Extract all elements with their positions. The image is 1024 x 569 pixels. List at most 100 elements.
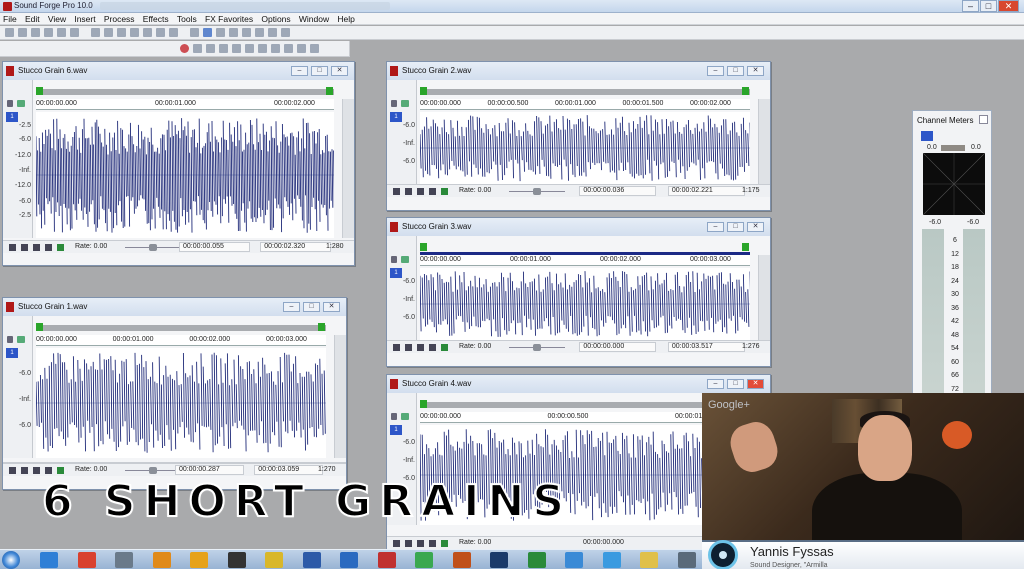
paste-icon[interactable] xyxy=(117,28,126,37)
marker-bar[interactable] xyxy=(36,89,334,95)
vertical-scrollbar[interactable] xyxy=(342,99,354,238)
menu-options[interactable]: Options xyxy=(258,13,293,25)
menu-tools[interactable]: Tools xyxy=(174,13,200,25)
stop-icon[interactable] xyxy=(417,344,424,351)
folder-icon[interactable] xyxy=(640,552,658,568)
go-start-icon[interactable] xyxy=(393,540,400,547)
properties-icon[interactable] xyxy=(70,28,79,37)
doc-maximize-button[interactable]: □ xyxy=(311,66,328,76)
doc-maximize-button[interactable]: □ xyxy=(727,66,744,76)
stop-icon[interactable] xyxy=(245,44,254,53)
start-marker-flag[interactable] xyxy=(36,87,43,95)
outlook-icon[interactable] xyxy=(190,552,208,568)
play-all-icon[interactable] xyxy=(405,540,412,547)
menu-view[interactable]: View xyxy=(45,13,69,25)
start-marker-flag[interactable] xyxy=(420,400,427,408)
start-marker-flag[interactable] xyxy=(420,243,427,251)
game-icon[interactable] xyxy=(377,552,396,568)
play-all-icon[interactable] xyxy=(206,44,215,53)
loop-icon[interactable] xyxy=(57,244,64,251)
channel-split-icon[interactable] xyxy=(401,413,409,420)
document-window-grain-2[interactable]: Stucco Grain 2.wav – □ ✕ 1 00:00:00.000 00:00:… xyxy=(386,61,771,211)
minimize-button[interactable]: – xyxy=(962,0,979,12)
start-marker-flag[interactable] xyxy=(36,323,43,331)
player-icon[interactable] xyxy=(565,552,583,568)
waveform-display[interactable] xyxy=(36,112,334,238)
menu-edit[interactable]: Edit xyxy=(22,13,43,25)
rate-slider-thumb[interactable] xyxy=(533,344,541,351)
marker-bar[interactable] xyxy=(36,325,326,331)
lock-icon[interactable] xyxy=(7,100,13,107)
loop-icon[interactable] xyxy=(281,28,290,37)
go-start-icon[interactable] xyxy=(9,467,16,474)
maximize-button[interactable]: □ xyxy=(980,0,997,12)
daw-icon[interactable] xyxy=(302,552,321,568)
end-marker-flag[interactable] xyxy=(326,87,333,95)
scrub-icon[interactable] xyxy=(310,44,319,53)
doc-close-button[interactable]: ✕ xyxy=(747,379,764,389)
time-ruler[interactable]: 00:00:00.000 00:00:00.500 00:00:01.000 xyxy=(420,412,735,423)
menu-insert[interactable]: Insert xyxy=(71,13,98,25)
media-player-icon[interactable] xyxy=(152,552,171,568)
menu-process[interactable]: Process xyxy=(101,13,138,25)
print-icon[interactable] xyxy=(57,28,66,37)
forward-icon[interactable] xyxy=(284,44,293,53)
stop-icon[interactable] xyxy=(417,188,424,195)
open-icon[interactable] xyxy=(18,28,27,37)
doc-minimize-button[interactable]: – xyxy=(283,302,300,312)
audio-icon[interactable] xyxy=(340,552,358,568)
mix-icon[interactable] xyxy=(130,28,139,37)
chrome-icon[interactable] xyxy=(77,552,96,568)
pencil-tool-icon[interactable] xyxy=(229,28,238,37)
document-caption[interactable]: Stucco Grain 3.wav – □ ✕ xyxy=(387,218,770,236)
unity-icon[interactable] xyxy=(227,552,246,568)
rate-slider-thumb[interactable] xyxy=(149,244,157,251)
repeat-icon[interactable] xyxy=(190,28,199,37)
photoshop-icon[interactable] xyxy=(490,552,508,568)
document-window-grain-6[interactable]: Stucco Grain 6.wav – □ ✕ 1 00:00:00.000 00:00:… xyxy=(2,61,355,266)
envelope-tool-icon[interactable] xyxy=(242,28,251,37)
menu-effects[interactable]: Effects xyxy=(140,13,172,25)
end-marker-flag[interactable] xyxy=(742,243,749,251)
doc-maximize-button[interactable]: □ xyxy=(303,302,320,312)
channel-split-icon[interactable] xyxy=(401,256,409,263)
save-icon[interactable] xyxy=(31,28,40,37)
loop-icon[interactable] xyxy=(57,467,64,474)
time-ruler[interactable]: 00:00:00.000 00:00:01.000 00:00:02.000 xyxy=(36,99,334,110)
document-caption[interactable]: Stucco Grain 1.wav – □ ✕ xyxy=(3,298,346,316)
channel-number-badge[interactable]: 1 xyxy=(390,112,402,122)
doc-close-button[interactable]: ✕ xyxy=(747,66,764,76)
crop-icon[interactable] xyxy=(143,28,152,37)
app-icon[interactable] xyxy=(677,552,696,568)
calculator-icon[interactable] xyxy=(115,552,133,568)
loop-playback-icon[interactable] xyxy=(193,44,202,53)
ie-icon[interactable] xyxy=(40,552,58,568)
doc-minimize-button[interactable]: – xyxy=(707,66,724,76)
doc-minimize-button[interactable]: – xyxy=(291,66,308,76)
start-button[interactable] xyxy=(2,551,20,569)
go-start-icon[interactable] xyxy=(9,244,16,251)
record-icon[interactable] xyxy=(180,44,189,53)
vertical-scrollbar[interactable] xyxy=(334,335,346,458)
new-icon[interactable] xyxy=(5,28,14,37)
meters-close-icon[interactable] xyxy=(979,115,988,124)
channel-split-icon[interactable] xyxy=(401,100,409,107)
channel-split-icon[interactable] xyxy=(17,100,25,107)
end-marker-flag[interactable] xyxy=(742,87,749,95)
doc-minimize-button[interactable]: – xyxy=(707,379,724,389)
rate-slider-thumb[interactable] xyxy=(533,188,541,195)
doc-close-button[interactable]: ✕ xyxy=(323,302,340,312)
edit-tool-icon[interactable] xyxy=(203,28,212,37)
magnify-tool-icon[interactable] xyxy=(216,28,225,37)
vertical-scrollbar[interactable] xyxy=(758,99,770,184)
stop-icon[interactable] xyxy=(33,467,40,474)
doc-close-button[interactable]: ✕ xyxy=(331,66,348,76)
save-all-icon[interactable] xyxy=(44,28,53,37)
go-to-end-icon[interactable] xyxy=(297,44,306,53)
play-icon[interactable] xyxy=(45,244,52,251)
waveform-display[interactable] xyxy=(420,112,750,184)
menu-fx-favorites[interactable]: FX Favorites xyxy=(202,13,256,25)
time-ruler[interactable]: 00:00:00.000 00:00:01.000 00:00:02.000 00:0… xyxy=(420,255,750,266)
menu-file[interactable]: File xyxy=(0,13,20,25)
play-all-icon[interactable] xyxy=(405,188,412,195)
